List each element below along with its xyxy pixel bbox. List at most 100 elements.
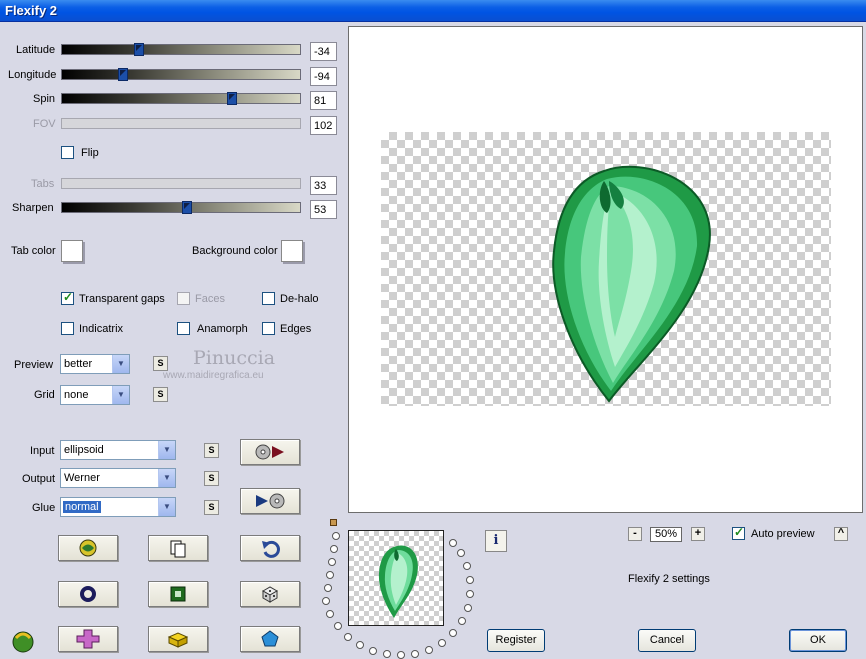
preview-thumbnail[interactable] xyxy=(348,530,444,626)
block-button[interactable] xyxy=(148,626,208,652)
info-button[interactable]: i xyxy=(485,530,507,552)
navigator-dot[interactable] xyxy=(326,610,334,618)
cancel-button[interactable]: Cancel xyxy=(638,629,696,652)
background-color-label: Background color xyxy=(192,245,278,257)
navigator-dot[interactable] xyxy=(322,597,330,605)
tab-color-swatch[interactable] xyxy=(61,240,83,262)
spin-slider-thumb[interactable] xyxy=(227,92,237,105)
navigator-dot[interactable] xyxy=(383,650,391,658)
navigator-dot[interactable] xyxy=(457,549,465,557)
navigator-dot[interactable] xyxy=(449,629,457,637)
navigator-dot[interactable] xyxy=(438,639,446,647)
anamorph-checkbox[interactable] xyxy=(177,322,190,335)
sharpen-value[interactable]: 53 xyxy=(310,200,337,219)
navigator-dot[interactable] xyxy=(425,646,433,654)
indicatrix-checkbox[interactable] xyxy=(61,322,74,335)
dice-button[interactable] xyxy=(240,581,300,607)
sharpen-slider-thumb[interactable] xyxy=(182,201,192,214)
navigator-dot[interactable] xyxy=(328,558,336,566)
gem-preview-image xyxy=(552,165,711,403)
navigator-dot[interactable] xyxy=(330,545,338,553)
grid-select[interactable]: none ▼ xyxy=(60,385,130,405)
de-halo-label: De-halo xyxy=(280,293,319,305)
title-bar: Flexify 2 xyxy=(0,0,866,22)
latitude-value[interactable]: -34 xyxy=(310,42,337,61)
output-select[interactable]: Werner ▼ xyxy=(60,468,176,488)
settings-name: Flexify 2 settings xyxy=(628,573,710,585)
latitude-slider[interactable] xyxy=(61,43,301,56)
chevron-down-icon[interactable]: ▼ xyxy=(158,441,175,459)
auto-preview-checkbox[interactable]: ✓ xyxy=(732,525,745,540)
fov-value: 102 xyxy=(310,116,337,135)
grid-s-button[interactable]: S xyxy=(153,387,168,402)
navigator-dot[interactable] xyxy=(334,622,342,630)
disc-play-button[interactable] xyxy=(240,439,300,465)
plus-shape-button[interactable] xyxy=(58,626,118,652)
chevron-down-icon[interactable]: ▼ xyxy=(112,355,129,373)
collapse-button[interactable]: ^ xyxy=(834,527,848,541)
undo-button[interactable] xyxy=(240,535,300,561)
gem-logo-icon xyxy=(12,631,34,653)
navigator-dot[interactable] xyxy=(466,590,474,598)
longitude-label: Longitude xyxy=(8,69,57,81)
navigator-dot[interactable] xyxy=(369,647,377,655)
copy-button[interactable] xyxy=(148,535,208,561)
navigator-handle[interactable] xyxy=(330,519,337,526)
grid-select-value: none xyxy=(64,389,89,401)
glue-s-button[interactable]: S xyxy=(204,500,219,515)
navigator-dot[interactable] xyxy=(458,617,466,625)
navigator-dot[interactable] xyxy=(411,650,419,658)
ring-button[interactable] xyxy=(58,581,118,607)
background-color-swatch[interactable] xyxy=(281,240,303,262)
random-button[interactable] xyxy=(58,535,118,561)
zoom-level: 50% xyxy=(650,527,682,542)
tab-color-label: Tab color xyxy=(11,245,56,257)
spin-slider[interactable] xyxy=(61,92,301,105)
sharpen-slider[interactable] xyxy=(61,201,301,214)
square-button[interactable] xyxy=(148,581,208,607)
longitude-slider-thumb[interactable] xyxy=(118,68,128,81)
chevron-down-icon[interactable]: ▼ xyxy=(158,498,175,516)
input-select[interactable]: ellipsoid ▼ xyxy=(60,440,176,460)
transparent-gaps-checkbox[interactable]: ✓ xyxy=(61,290,74,305)
register-button[interactable]: Register xyxy=(487,629,545,652)
output-s-button[interactable]: S xyxy=(204,471,219,486)
glue-select[interactable]: normal ▼ xyxy=(60,497,176,517)
chevron-down-icon[interactable]: ▼ xyxy=(158,469,175,487)
play-disc-icon xyxy=(256,493,285,509)
navigator-dot[interactable] xyxy=(397,651,405,659)
navigator-dot[interactable] xyxy=(326,571,334,579)
play-disc-button[interactable] xyxy=(240,488,300,514)
app-logo xyxy=(10,628,36,657)
spin-value[interactable]: 81 xyxy=(310,91,337,110)
ok-button[interactable]: OK xyxy=(789,629,847,652)
flip-checkbox[interactable] xyxy=(61,146,74,159)
copy-icon xyxy=(170,540,186,558)
chevron-down-icon[interactable]: ▼ xyxy=(112,386,129,404)
input-label: Input xyxy=(30,445,55,457)
latitude-slider-thumb[interactable] xyxy=(134,43,144,56)
navigator-dot[interactable] xyxy=(463,562,471,570)
navigator-dot[interactable] xyxy=(464,604,472,612)
edges-checkbox[interactable] xyxy=(262,322,275,335)
faces-label: Faces xyxy=(195,293,225,305)
de-halo-checkbox[interactable] xyxy=(262,292,275,305)
input-s-button[interactable]: S xyxy=(204,443,219,458)
preview-canvas[interactable] xyxy=(348,26,863,513)
longitude-value[interactable]: -94 xyxy=(310,67,337,86)
navigator-dot[interactable] xyxy=(344,633,352,641)
navigator-dot[interactable] xyxy=(466,576,474,584)
preview-s-button[interactable]: S xyxy=(153,356,168,371)
zoom-out-button[interactable]: - xyxy=(628,527,642,541)
checkmark-icon: ✓ xyxy=(63,290,74,304)
navigator-dot[interactable] xyxy=(356,641,364,649)
pentagon-button[interactable] xyxy=(240,626,300,652)
zoom-in-button[interactable]: + xyxy=(691,527,705,541)
navigator-dot[interactable] xyxy=(449,539,457,547)
preview-select[interactable]: better ▼ xyxy=(60,354,130,374)
anamorph-label: Anamorph xyxy=(197,323,248,335)
longitude-slider[interactable] xyxy=(61,68,301,81)
output-label: Output xyxy=(22,473,56,485)
navigator-dot[interactable] xyxy=(324,584,332,592)
navigator-dot[interactable] xyxy=(332,532,340,540)
